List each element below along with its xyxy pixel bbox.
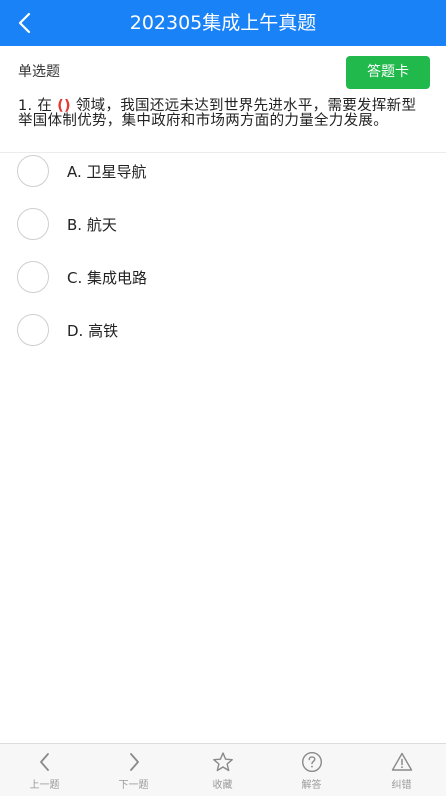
radio-button[interactable] bbox=[17, 314, 49, 346]
radio-button[interactable] bbox=[17, 208, 49, 240]
tab-previous-question[interactable]: 上一题 bbox=[0, 744, 89, 796]
option-label: C. 集成电路 bbox=[67, 268, 148, 287]
option-d[interactable]: D. 高铁 bbox=[17, 313, 417, 347]
tab-label: 下一题 bbox=[118, 780, 149, 791]
question-circle-icon bbox=[301, 751, 322, 773]
warning-triangle-icon bbox=[391, 752, 412, 771]
star-icon bbox=[212, 752, 233, 772]
question-text: 1. 在 () 领域，我国还远未达到世界先进水平，需要发挥新型举国体制优势，集中… bbox=[18, 99, 422, 129]
chevron-left-icon bbox=[18, 12, 31, 34]
radio-button[interactable] bbox=[17, 261, 49, 293]
option-label: A. 卫星导航 bbox=[67, 162, 147, 181]
back-button[interactable] bbox=[8, 6, 42, 40]
chevron-left-icon bbox=[39, 753, 49, 771]
option-a[interactable]: A. 卫星导航 bbox=[17, 154, 417, 188]
bottom-nav: 上一题 下一题 收藏 解答 纠错 bbox=[0, 743, 446, 796]
question-blank: () bbox=[57, 98, 71, 114]
option-c[interactable]: C. 集成电路 bbox=[17, 260, 417, 294]
tab-favorite[interactable]: 收藏 bbox=[178, 744, 267, 796]
tab-report-error[interactable]: 纠错 bbox=[357, 744, 446, 796]
chevron-right-icon bbox=[129, 753, 139, 771]
tab-answer[interactable]: 解答 bbox=[267, 744, 356, 796]
option-b[interactable]: B. 航天 bbox=[17, 207, 417, 241]
option-label: B. 航天 bbox=[67, 215, 117, 234]
radio-button[interactable] bbox=[17, 155, 49, 187]
question-type-label: 单选题 bbox=[18, 64, 60, 80]
question-body: 领域，我国还远未达到世界先进水平，需要发挥新型举国体制优势，集中政府和市场两方面… bbox=[18, 98, 417, 129]
app-header: 202305集成上午真题 bbox=[0, 0, 446, 46]
tab-label: 上一题 bbox=[29, 780, 60, 791]
question-prefix: 1. 在 bbox=[18, 98, 53, 114]
tab-label: 收藏 bbox=[212, 780, 233, 791]
answer-card-button[interactable]: 答题卡 bbox=[346, 56, 430, 89]
option-label: D. 高铁 bbox=[67, 321, 119, 340]
question-type-bar: 单选题 答题卡 bbox=[0, 46, 446, 98]
divider bbox=[0, 152, 446, 153]
tab-label: 纠错 bbox=[391, 780, 412, 791]
tab-label: 解答 bbox=[301, 780, 322, 791]
page-title: 202305集成上午真题 bbox=[129, 12, 317, 34]
tab-next-question[interactable]: 下一题 bbox=[89, 744, 178, 796]
